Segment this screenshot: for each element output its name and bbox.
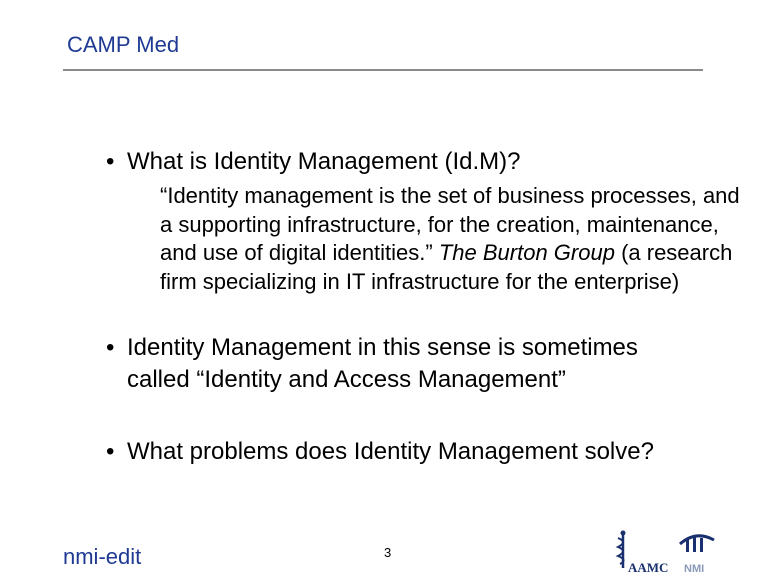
aamc-label: AAMC xyxy=(628,560,668,574)
quote-source: The Burton Group xyxy=(438,240,615,265)
caduceus-icon: AAMC xyxy=(615,530,668,575)
bullet-dot: • xyxy=(106,334,115,361)
nmi-label: NMI xyxy=(684,563,704,574)
bullet-text: Identity Management in this sense is som… xyxy=(127,334,638,393)
bullet-dot: • xyxy=(106,148,115,175)
header-title: CAMP Med xyxy=(67,32,180,57)
bullet-item: • Identity Management in this sense is s… xyxy=(106,332,646,396)
footer-brand: nmi-edit xyxy=(63,544,142,569)
nmi-swoosh-icon: NMI xyxy=(679,534,715,575)
aamc-logo: AAMC xyxy=(612,528,674,579)
slide: { "header": { "title": "CAMP Med" }, "bu… xyxy=(0,0,767,586)
header-divider xyxy=(63,69,703,71)
bullet-dot: • xyxy=(106,438,115,465)
bullet-item: • What is Identity Management (Id.M)? xyxy=(106,146,747,178)
bullet-text: What is Identity Management (Id.M)? xyxy=(127,148,521,175)
definition-quote: “Identity management is the set of busin… xyxy=(160,182,750,296)
nmi-logo: NMI xyxy=(676,528,720,579)
page-number: 3 xyxy=(384,545,392,560)
bullet-item: • What problems does Identity Management… xyxy=(106,436,706,468)
bullet-text: What problems does Identity Management s… xyxy=(127,438,654,465)
